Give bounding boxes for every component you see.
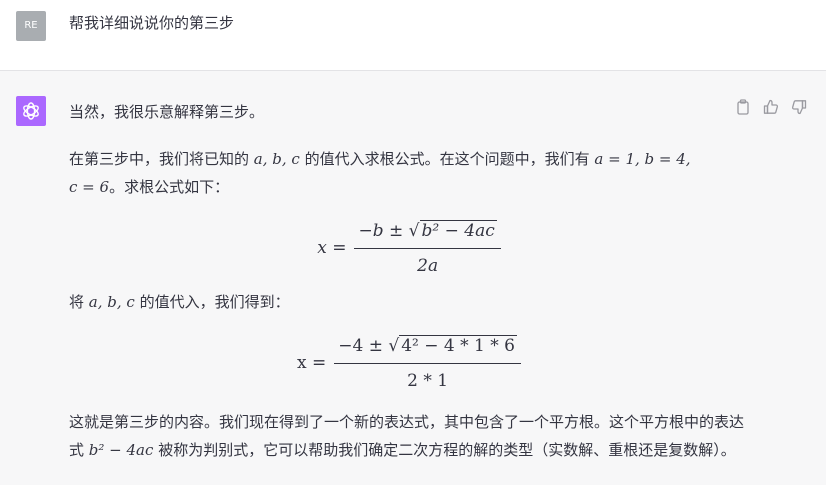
formula2-denominator: 2 * 1 (407, 370, 449, 391)
p3-expr: b² − 4ac (88, 441, 154, 459)
p2-text-a: 将 (69, 293, 85, 311)
p1-eq1: a = 1, b = 4, (594, 150, 691, 168)
paragraph-substitute: 将 a, b, c 的值代入，我们得到： (69, 288, 749, 316)
formula2-sqrt-body: 4² − 4 * 1 * 6 (399, 334, 517, 356)
formula2-lhs: x = (297, 353, 327, 373)
user-message-row: RE 帮我详细说说你的第三步 (0, 0, 826, 71)
assistant-message-content: 当然，我很乐意解释第三步。 在第三步中，我们将已知的 a, b, c 的值代入求… (69, 98, 749, 464)
formula1-fraction: −b ± √ b² − 4ac 2a (354, 217, 501, 280)
p1-text-a: 在第三步中，我们将已知的 (69, 150, 250, 168)
sqrt-sign: √ (408, 220, 420, 241)
formula1-lhs: x = (317, 238, 347, 258)
formula1-sqrt-body: b² − 4ac (419, 219, 497, 241)
quadratic-formula: x = −b ± √ b² − 4ac 2a (69, 213, 749, 283)
formula1-num-pre: −b ± (358, 220, 409, 241)
p1-eq2: c = 6 (69, 178, 110, 196)
paragraph-discriminant: 这就是第三步的内容。我们现在得到了一个新的表达式，其中包含了一个平方根。这个平方… (69, 408, 749, 464)
formula2-fraction: −4 ± √ 4² − 4 * 1 * 6 2 * 1 (334, 332, 521, 395)
thumbs-up-icon[interactable] (762, 98, 780, 116)
openai-logo-icon (16, 96, 46, 126)
formula1-numerator: −b ± √ b² − 4ac (354, 217, 501, 249)
user-avatar: RE (16, 11, 46, 41)
thumbs-down-icon[interactable] (790, 98, 808, 116)
substituted-formula: x = −4 ± √ 4² − 4 * 1 * 6 2 * 1 (69, 328, 749, 398)
formula1-denominator: 2a (417, 255, 439, 276)
p1-text-b: 的值代入求根公式。在这个问题中，我们有 (304, 150, 590, 168)
formula2-numerator: −4 ± √ 4² − 4 * 1 * 6 (334, 332, 521, 364)
p2-vars: a, b, c (88, 293, 135, 311)
user-message-text: 帮我详细说说你的第三步 (69, 14, 235, 32)
p2-text-b: 的值代入，我们得到： (139, 293, 290, 311)
assistant-message-row: 当然，我很乐意解释第三步。 在第三步中，我们将已知的 a, b, c 的值代入求… (0, 71, 826, 485)
formula2-num-pre: −4 ± (338, 335, 389, 356)
intro-text: 当然，我很乐意解释第三步。 (69, 103, 265, 121)
p1-vars: a, b, c (253, 150, 300, 168)
p3-text-b: 被称为判别式，它可以帮助我们确定二次方程的解的类型（实数解、重根还是复数解）。 (158, 441, 736, 459)
sqrt-sign: √ (388, 335, 400, 356)
p1-text-c: 。求根公式如下： (109, 178, 230, 196)
paragraph-step3: 在第三步中，我们将已知的 a, b, c 的值代入求根公式。在这个问题中，我们有… (69, 145, 749, 201)
